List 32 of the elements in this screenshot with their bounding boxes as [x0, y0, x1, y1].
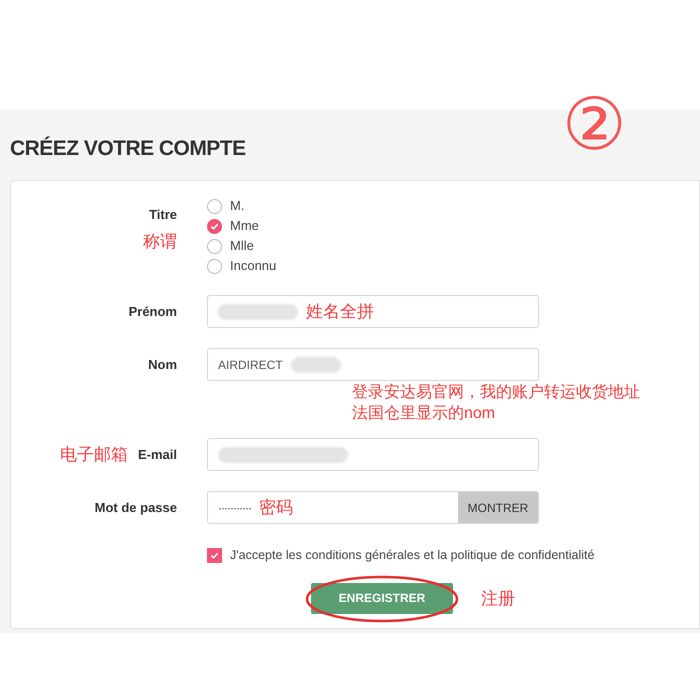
field-label: Mot de passe	[94, 498, 177, 517]
radio-label: Mme	[230, 217, 259, 236]
radio-label: Inconnu	[230, 257, 276, 276]
radio-button[interactable]	[207, 218, 222, 234]
input-field[interactable]	[207, 438, 539, 471]
annotation-text: 称谓	[143, 230, 177, 252]
field-label: E-mail	[138, 446, 177, 464]
annotation-text: 姓名全拼	[306, 300, 374, 323]
step-number: ②	[562, 88, 627, 160]
field-value: ···········	[218, 500, 251, 516]
password-field[interactable]: ··········· 密码 MONTRER	[207, 491, 539, 524]
radio-button[interactable]	[207, 238, 222, 254]
field-label: Prénom	[128, 302, 177, 321]
consent-text: J'accepte les conditions générales et la politique de confidentialité	[230, 547, 594, 564]
field-value: AIRDIRECT	[218, 356, 283, 374]
field-label: Nom	[148, 356, 177, 374]
annotation-text: 登录安达易官网，我的账户转运收货地址 法国仓里显示的nom	[352, 382, 641, 424]
show-password-button[interactable]: MONTRER	[458, 492, 538, 523]
radio-button[interactable]	[207, 198, 222, 214]
input-field[interactable]: 姓名全拼	[207, 295, 539, 328]
annotation-text: 密码	[258, 496, 293, 519]
input-field[interactable]: AIRDIRECT	[207, 348, 539, 381]
check-icon	[210, 550, 219, 560]
check-icon	[210, 222, 219, 230]
radio-button[interactable]	[207, 258, 222, 274]
page-heading: CRÉEZ VOTRE COMPTE	[10, 135, 247, 162]
annotation-text: 注册	[481, 588, 515, 610]
field-label: Titre	[149, 206, 177, 224]
radio-label: Mlle	[230, 237, 254, 256]
annotation-text: 电子邮箱	[60, 444, 128, 466]
radio-label: M.	[230, 197, 244, 216]
checkbox[interactable]	[207, 548, 222, 563]
